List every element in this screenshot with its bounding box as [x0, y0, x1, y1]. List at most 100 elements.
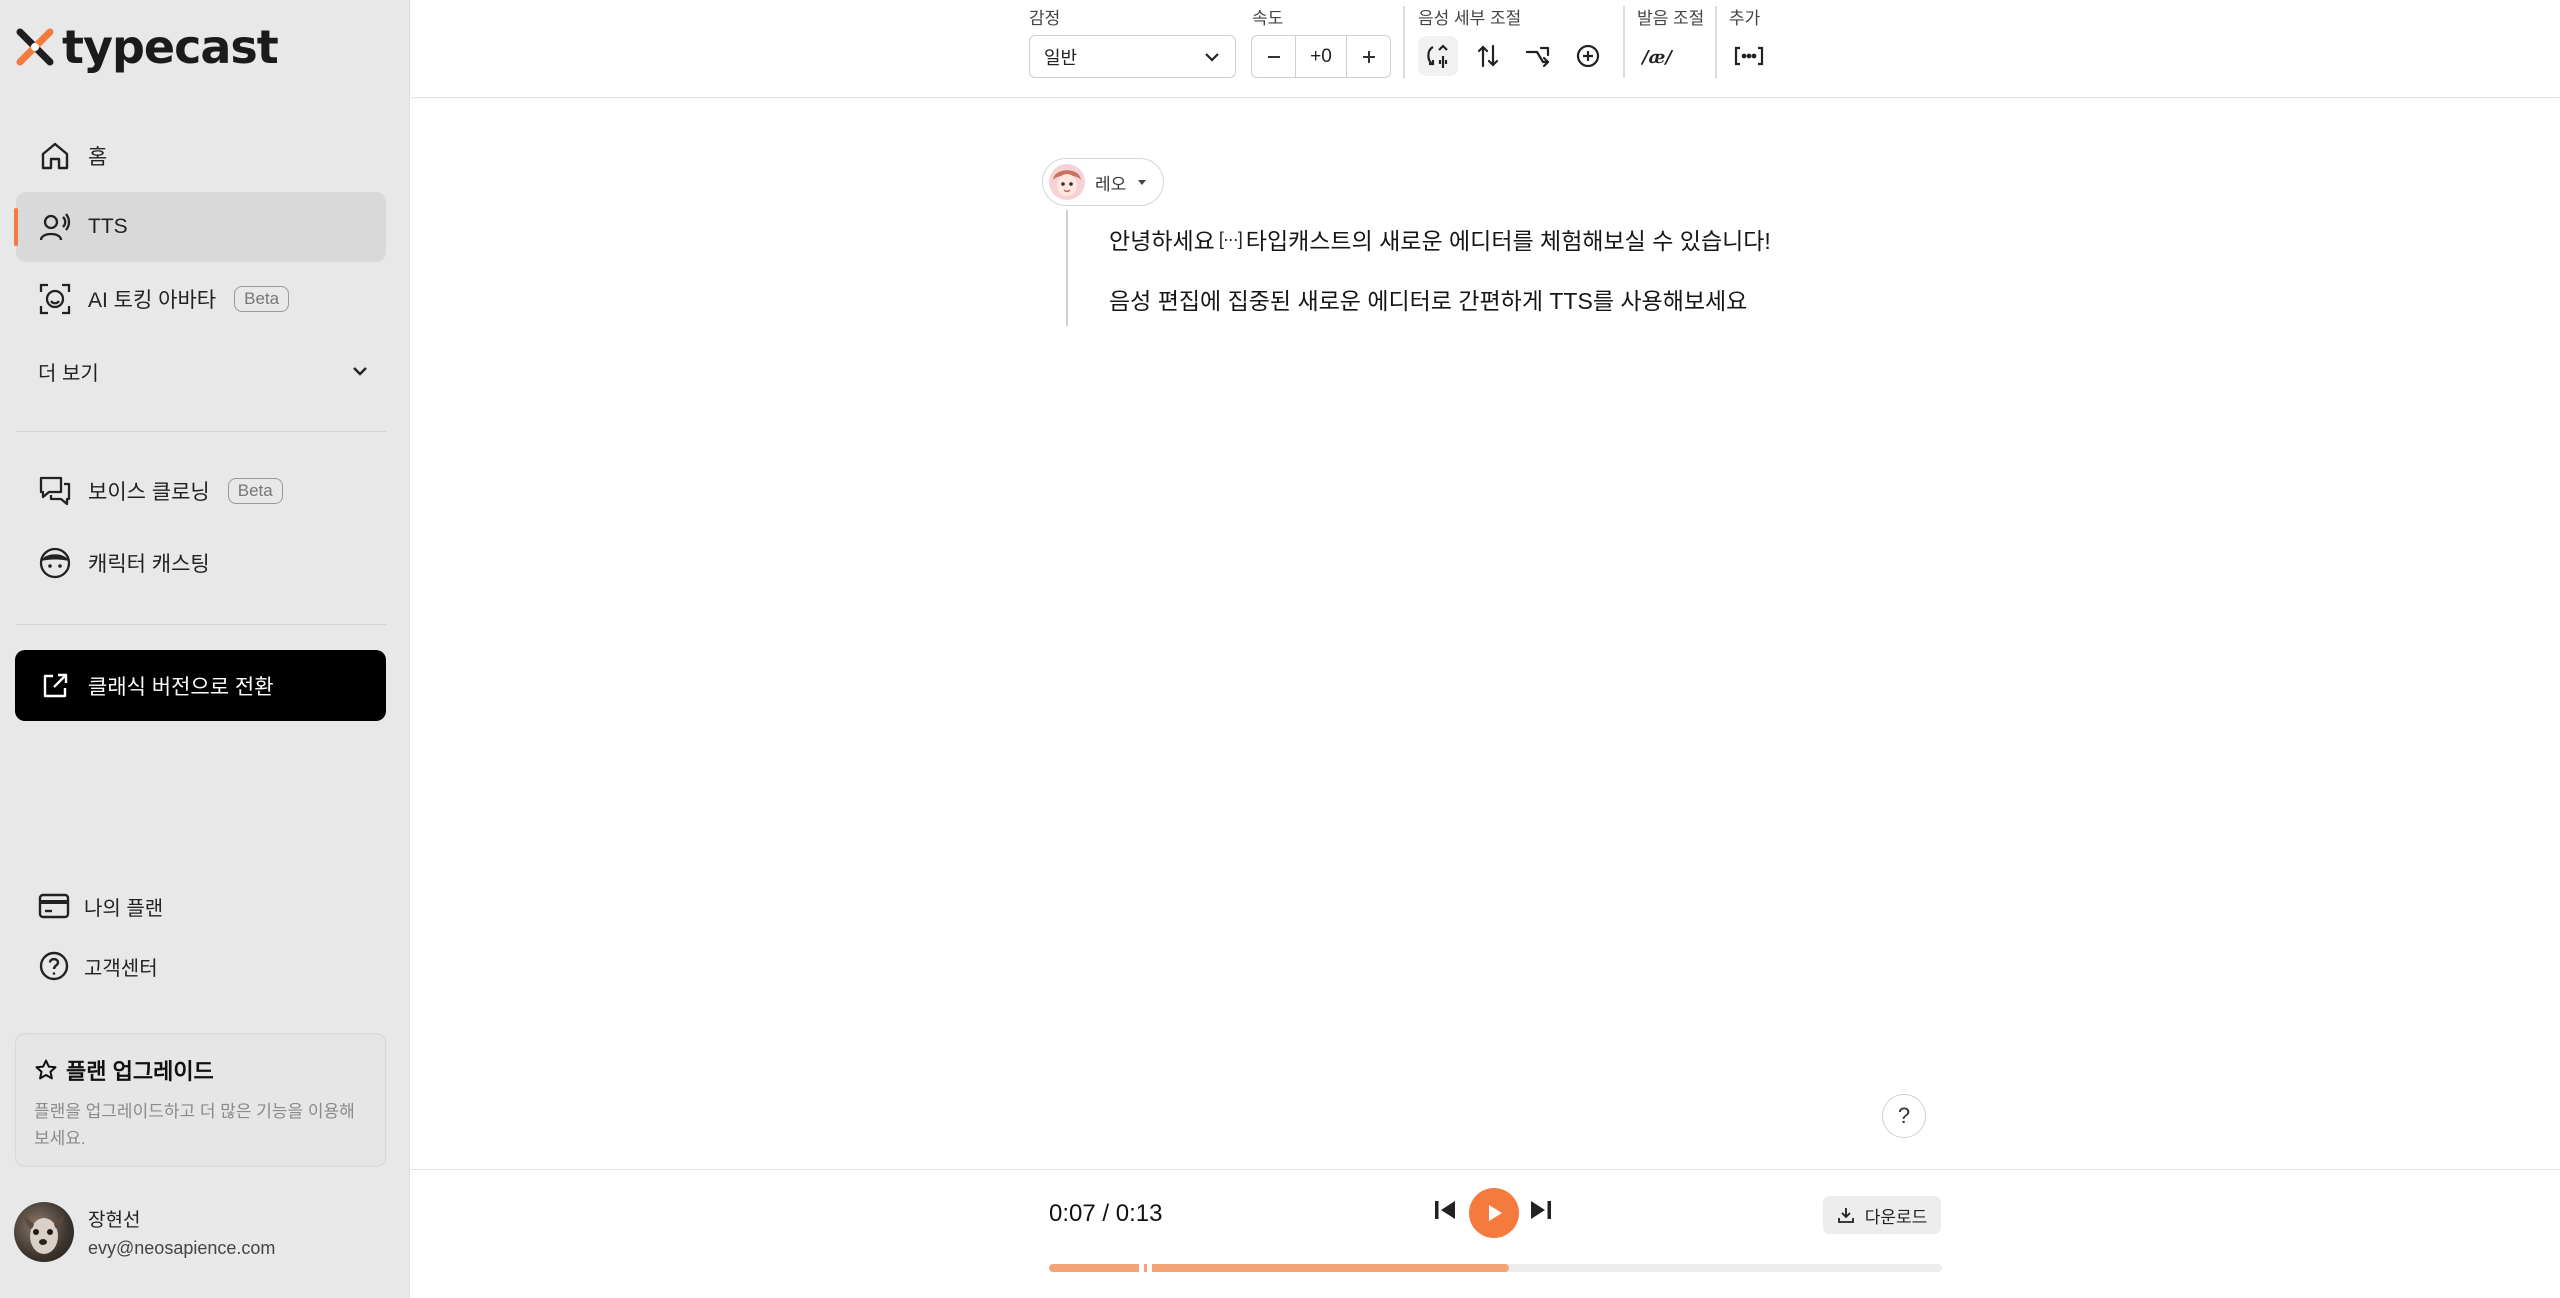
audio-player: 0:07 / 0:13 다운로드: [411, 1169, 2560, 1298]
intonation-icon: [1427, 44, 1448, 68]
speed-decrease-button[interactable]: [1252, 36, 1295, 77]
transition-arrow-icon: [1525, 46, 1550, 68]
more-toggle[interactable]: 더 보기: [38, 354, 370, 388]
typecast-logo-mark-icon: [16, 28, 54, 66]
my-plan-label: 나의 플랜: [84, 897, 164, 920]
sidebar-divider: [16, 431, 386, 432]
help-button[interactable]: ?: [1882, 1094, 1926, 1138]
pronunciation-button[interactable]: /æ/: [1637, 36, 1677, 76]
minus-icon: [1267, 55, 1280, 58]
user-profile[interactable]: 장현선 evy@neosapience.com: [14, 1202, 275, 1262]
pitch-arrows-icon: [1477, 44, 1499, 68]
pronunciation-label: 발음 조절: [1637, 9, 1705, 28]
classic-button-label: 클래식 버전으로 전환: [88, 675, 274, 699]
plus-circle-icon: [1576, 44, 1600, 68]
character-icon: [38, 546, 72, 580]
chevron-down-icon: [1205, 52, 1219, 62]
support-center-label: 고객센터: [84, 957, 158, 980]
sidebar-item-ai-avatar[interactable]: AI 토킹 아바타 Beta: [16, 264, 386, 334]
tts-icon: [38, 210, 72, 244]
chat-icon: [38, 474, 72, 508]
playback-progress-bar[interactable]: [1049, 1262, 1942, 1274]
speed-stepper: +0: [1251, 35, 1391, 78]
user-email: evy@neosapience.com: [88, 1238, 276, 1258]
help-circle-icon: [39, 951, 69, 981]
toolbar-divider: [1715, 6, 1717, 78]
paragraph-marker: [1139, 1262, 1144, 1274]
plan-upgrade-card[interactable]: 플랜 업그레이드 플랜을 업그레이드하고 더 많은 기능을 이용해 보세요.: [15, 1033, 386, 1167]
speed-label: 속도: [1252, 9, 1284, 28]
add-effect-button[interactable]: [1568, 36, 1608, 76]
voice-detail-label: 음성 세부 조절: [1418, 9, 1522, 28]
sidebar-item-label: 홈: [88, 146, 108, 169]
sidebar-item-label: AI 토킹 아바타: [88, 289, 217, 312]
skip-back-icon: [1435, 1201, 1455, 1219]
speaker-avatar: [1049, 164, 1085, 200]
avatar-face-icon: [38, 282, 72, 316]
pause-bracket-icon: [1734, 46, 1764, 66]
speaker-name: 레오: [1095, 174, 1127, 194]
intonation-button[interactable]: [1418, 36, 1458, 76]
plus-icon: [1362, 50, 1375, 63]
previous-button[interactable]: [1431, 1196, 1459, 1224]
sidebar-item-tts[interactable]: TTS: [14, 192, 386, 262]
emotion-label: 감정: [1029, 9, 1061, 28]
sidebar-item-voice-cloning[interactable]: 보이스 클로닝 Beta: [16, 456, 386, 526]
user-name: 장현선: [88, 1210, 141, 1231]
toolbar-divider: [1403, 6, 1405, 78]
card-icon: [38, 893, 70, 919]
editor-toolbar: 감정 일반 속도 +0 음성 세부 조절 발음 조절 /æ/ 추가: [411, 0, 2560, 98]
upgrade-desc-line: 보세요.: [34, 1129, 86, 1148]
playback-time: 0:07 / 0:13: [1049, 1200, 1163, 1227]
transition-button[interactable]: [1518, 36, 1558, 76]
phonetic-icon: /æ/: [1641, 47, 1673, 68]
script-text: 안녕하세요: [1109, 228, 1215, 254]
speed-value: +0: [1295, 36, 1347, 77]
play-button[interactable]: [1469, 1188, 1519, 1238]
pause-tag[interactable]: [···]: [1219, 229, 1243, 250]
sidebar-item-label: 보이스 클로닝: [88, 481, 210, 504]
external-link-icon: [43, 673, 68, 697]
upgrade-desc-line: 플랜을 업그레이드하고 더 많은 기능을 이용해: [34, 1102, 355, 1121]
script-line[interactable]: 안녕하세요 [···] 타입캐스트의 새로운 에디터를 체험해보실 수 있습니다…: [1109, 222, 1771, 256]
svg-text:/æ/: /æ/: [1641, 47, 1673, 68]
sidebar-item-character-casting[interactable]: 캐릭터 캐스팅: [16, 528, 386, 598]
beta-badge: Beta: [227, 478, 283, 504]
brand-name: typecast: [62, 20, 279, 74]
script-text: 타입캐스트의 새로운 에디터를 체험해보실 수 있습니다!: [1245, 228, 1771, 254]
upgrade-title: 플랜 업그레이드: [66, 1059, 214, 1084]
paragraph-marker: [1147, 1262, 1152, 1274]
download-label: 다운로드: [1864, 1207, 1928, 1227]
insert-pause-button[interactable]: [1729, 36, 1769, 76]
more-label: 더 보기: [38, 362, 99, 385]
download-button[interactable]: 다운로드: [1823, 1196, 1941, 1234]
caret-down-icon: [1138, 180, 1147, 185]
sidebar-divider: [16, 624, 386, 625]
sidebar: typecast 홈 TTS AI 토킹 아바타 Beta 더 보기 보이스 클…: [0, 0, 410, 1298]
script-text: 음성 편집에 집중된 새로운 에디터로 간편하게 TTS를 사용해보세요: [1109, 288, 1748, 314]
sidebar-item-label: 캐릭터 캐스팅: [88, 553, 210, 576]
avatar: [14, 1202, 74, 1262]
script-line[interactable]: 음성 편집에 집중된 새로운 에디터로 간편하게 TTS를 사용해보세요: [1109, 282, 1747, 316]
emotion-value: 일반: [1044, 47, 1078, 68]
my-plan-link[interactable]: 나의 플랜: [38, 888, 163, 924]
beta-badge: Beta: [234, 286, 290, 312]
speaker-selector[interactable]: 레오: [1042, 158, 1164, 206]
typecast-logo[interactable]: typecast: [14, 20, 279, 74]
switch-to-classic-button[interactable]: 클래식 버전으로 전환: [15, 650, 386, 721]
sidebar-item-home[interactable]: 홈: [16, 121, 386, 191]
skip-forward-icon: [1531, 1201, 1551, 1219]
download-icon: [1837, 1208, 1854, 1223]
next-button[interactable]: [1527, 1196, 1555, 1224]
upgrade-description: 플랜을 업그레이드하고 더 많은 기능을 이용해 보세요.: [34, 1098, 367, 1152]
speed-increase-button[interactable]: [1347, 36, 1390, 77]
paragraph-guide-line: [1066, 210, 1068, 326]
chevron-down-icon: [353, 367, 367, 376]
support-center-link[interactable]: 고객센터: [38, 948, 158, 984]
emotion-select[interactable]: 일반: [1029, 35, 1236, 78]
sidebar-item-label: TTS: [88, 215, 128, 238]
star-icon: [35, 1059, 57, 1080]
pitch-button[interactable]: [1468, 36, 1508, 76]
play-icon: [1489, 1205, 1502, 1221]
progress-fill: [1049, 1264, 1509, 1272]
